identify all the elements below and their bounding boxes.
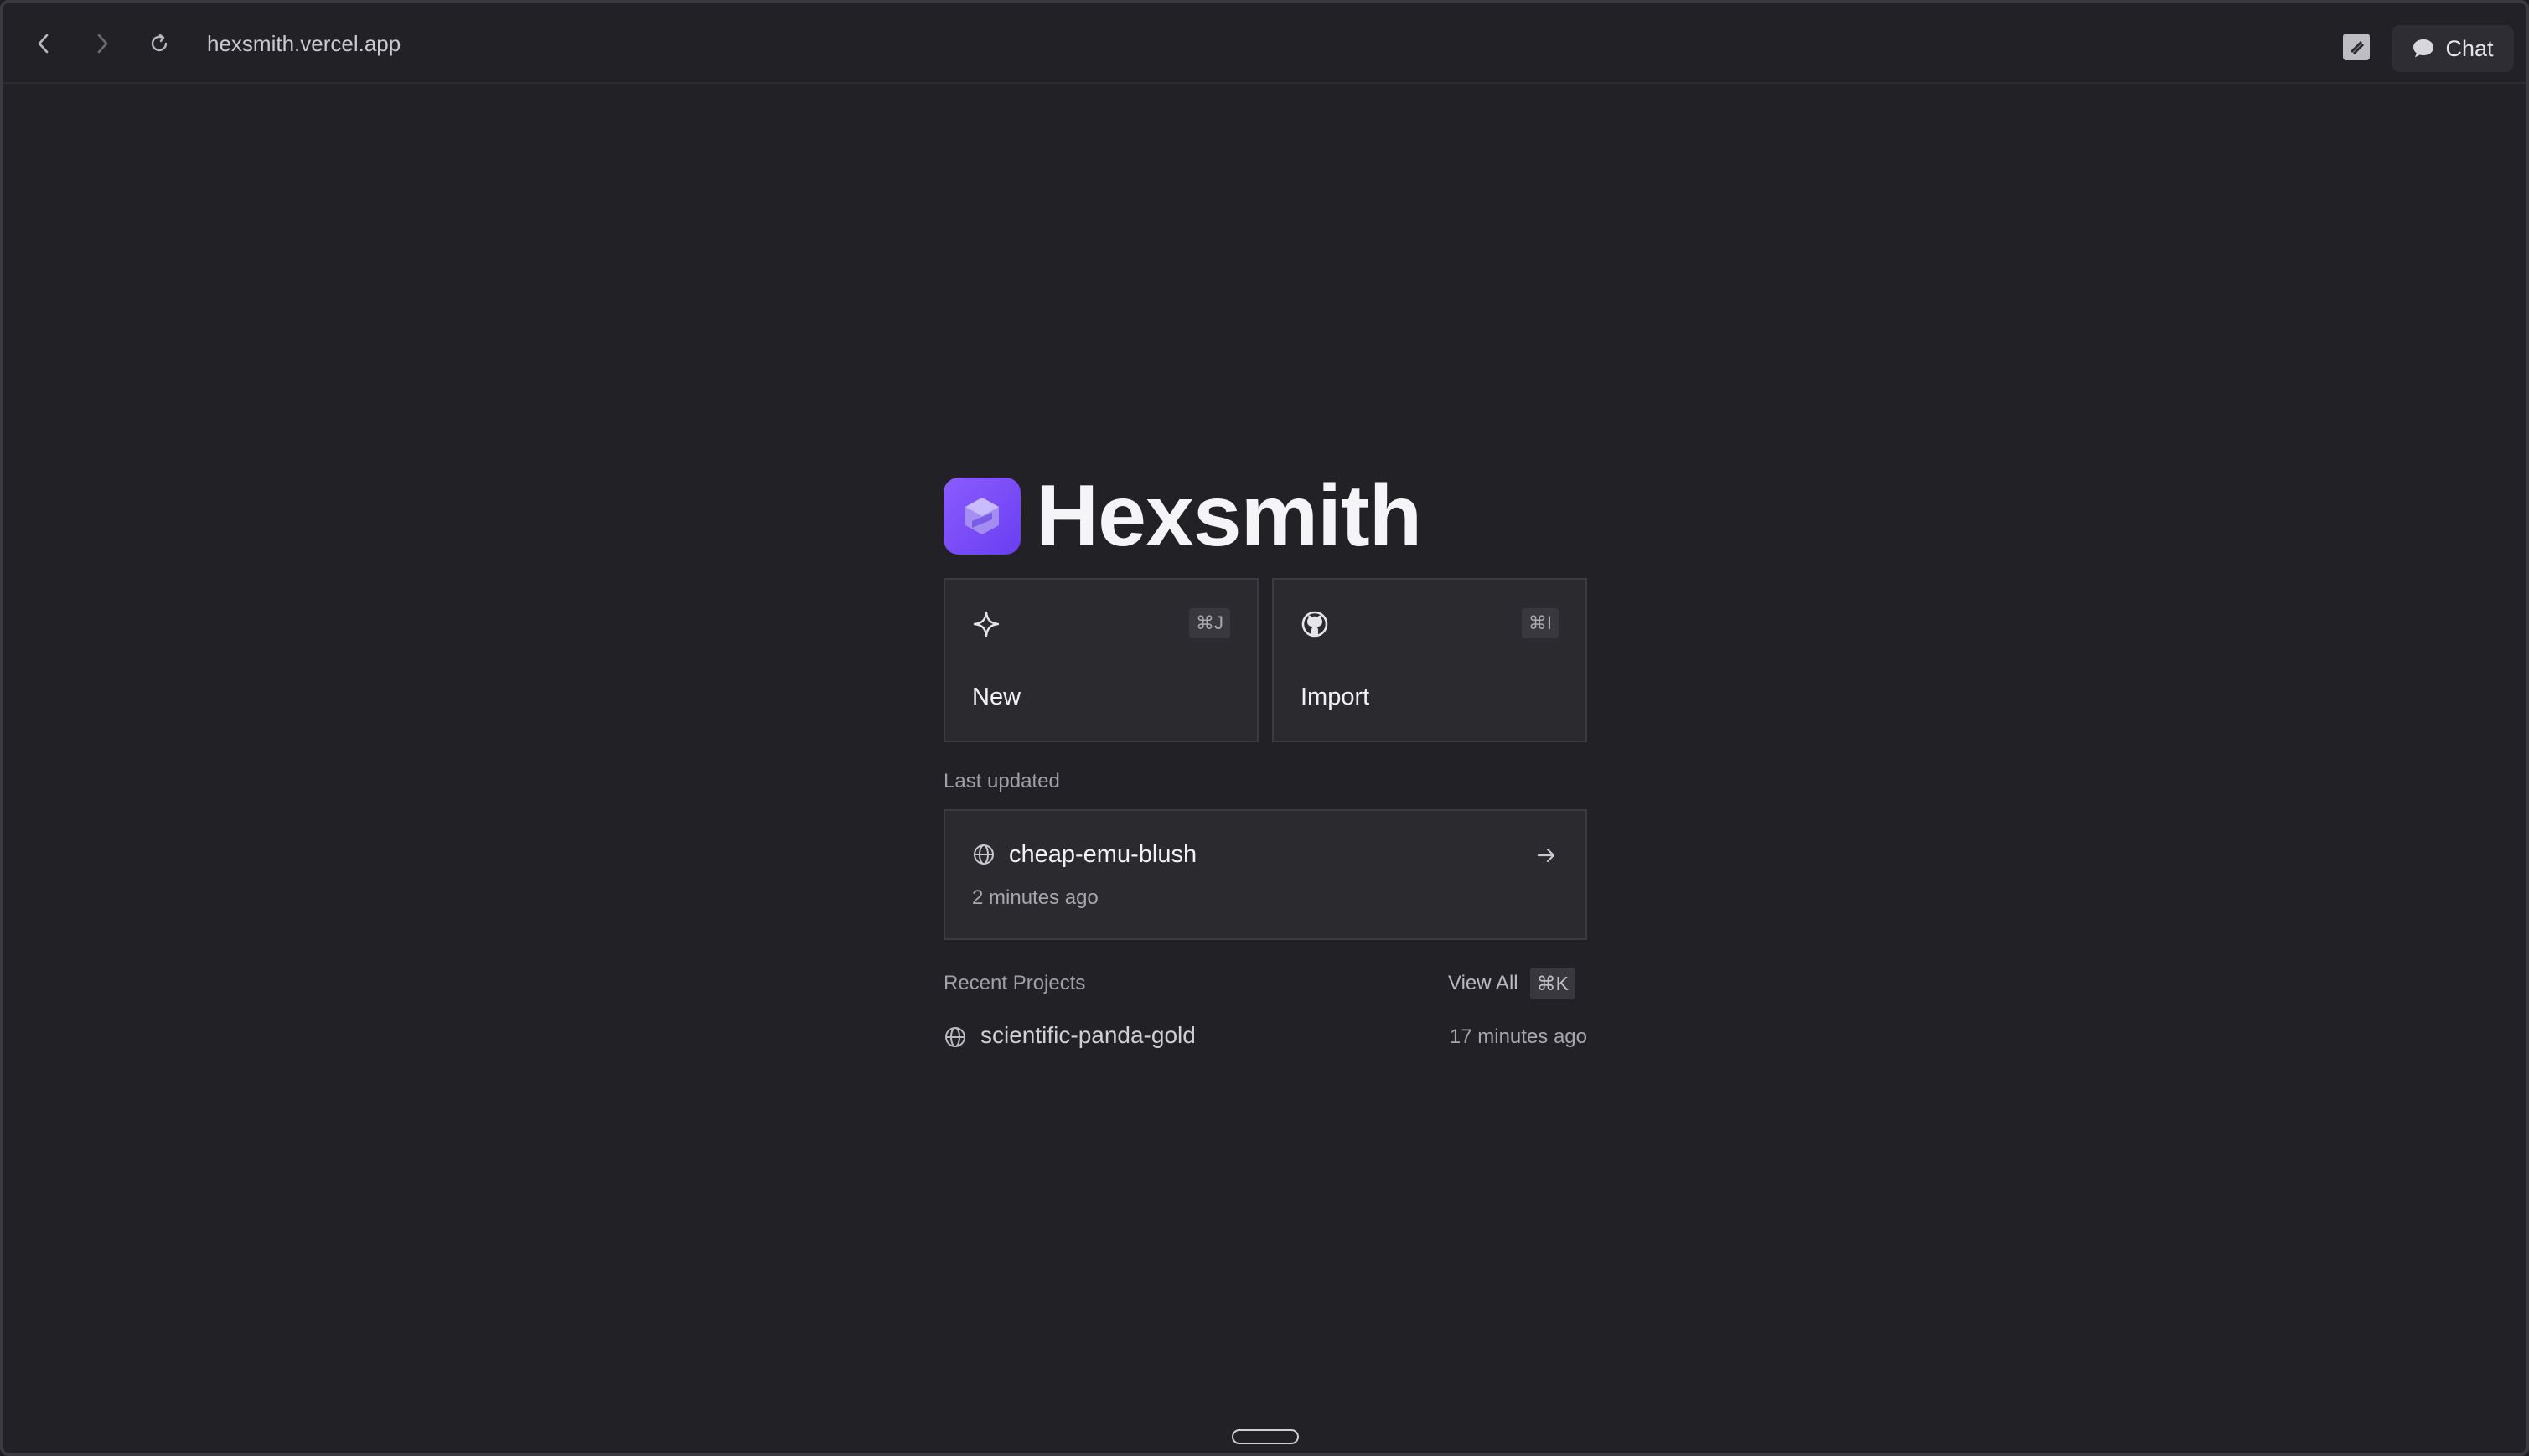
brand-title: Hexsmith	[1036, 467, 1422, 565]
last-updated-project-name: cheap-emu-blush	[1009, 841, 1197, 868]
reload-button[interactable]	[144, 28, 174, 59]
globe-icon	[945, 1027, 965, 1047]
view-all-button[interactable]: View All ⌘K	[1448, 968, 1575, 999]
reload-icon	[151, 34, 168, 52]
last-updated-label: Last updated	[944, 770, 1060, 793]
forward-arrow-icon	[97, 34, 108, 54]
new-label: New	[972, 684, 1021, 710]
new-project-card[interactable]: ⌘J New	[944, 578, 1259, 742]
brand-header: Hexsmith	[944, 467, 1422, 565]
last-updated-time: 2 minutes ago	[972, 886, 1099, 909]
chat-bubble-icon	[2413, 39, 2434, 58]
arrow-right-icon	[1537, 848, 1555, 863]
import-label: Import	[1301, 684, 1370, 710]
import-project-card[interactable]: ⌘I Import	[1272, 578, 1587, 742]
home-indicator	[1232, 1429, 1299, 1444]
chat-button[interactable]: Chat	[2392, 25, 2514, 72]
github-icon	[1301, 611, 1328, 638]
view-all-label: View All	[1448, 972, 1518, 994]
recent-project-name: scientific-panda-gold	[980, 1022, 1196, 1048]
extension-icon[interactable]	[2343, 34, 2370, 60]
import-shortcut-badge: ⌘I	[1521, 608, 1559, 638]
forward-button[interactable]	[87, 28, 117, 59]
recent-project-time: 17 minutes ago	[1449, 1025, 1587, 1048]
recent-projects-label: Recent Projects	[944, 972, 1086, 994]
last-updated-project-card[interactable]: cheap-emu-blush 2 minutes ago	[944, 809, 1587, 940]
browser-window: hexsmith.vercel.app Chat Hexsmith ⌘J New…	[0, 0, 2529, 1456]
hexsmith-logo-icon	[944, 478, 1021, 555]
address-bar[interactable]: hexsmith.vercel.app	[207, 28, 401, 59]
back-arrow-icon	[38, 34, 49, 54]
list-item[interactable]: scientific-panda-gold 17 minutes ago	[944, 1022, 1587, 1056]
view-all-shortcut-badge: ⌘K	[1529, 968, 1575, 999]
new-shortcut-badge: ⌘J	[1189, 608, 1230, 638]
back-button[interactable]	[28, 28, 59, 59]
globe-icon	[974, 844, 994, 865]
sparkle-icon	[973, 611, 1000, 638]
browser-toolbar: hexsmith.vercel.app Chat	[3, 3, 2526, 84]
chat-label: Chat	[2445, 35, 2494, 61]
